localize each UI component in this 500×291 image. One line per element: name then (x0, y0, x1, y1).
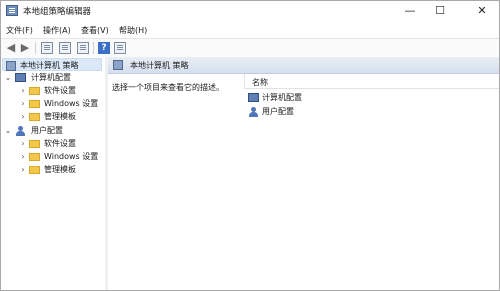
tree-node-computer-software[interactable]: › 软件设置 (1, 84, 105, 97)
help-icon[interactable]: ? (98, 42, 110, 54)
computer-icon (248, 93, 259, 102)
collapse-icon[interactable]: ⌄ (4, 124, 12, 137)
column-splitter[interactable] (244, 74, 245, 88)
toolbar-separator (93, 42, 94, 54)
tree-node-user-templates[interactable]: › 管理模板 (1, 163, 105, 176)
back-arrow-icon[interactable]: ◀ (5, 42, 17, 54)
tree-node-label: Windows 设置 (44, 152, 99, 161)
folder-icon (29, 140, 40, 148)
details-header-title: 本地计算机 策略 (130, 61, 189, 70)
toolbar: ◀ ▶ ? (1, 38, 499, 58)
tree-node-label: Windows 设置 (44, 99, 99, 108)
tree-node-root[interactable]: 本地计算机 策略 (2, 58, 102, 71)
close-button[interactable]: ✕ (467, 1, 497, 22)
tree-node-label: 用户配置 (31, 126, 63, 135)
folder-icon (29, 166, 40, 174)
tree-node-label: 管理模板 (44, 112, 76, 121)
column-header-label: 名称 (252, 78, 268, 87)
list-view-icon[interactable] (59, 42, 71, 54)
folder-icon (29, 100, 40, 108)
toolbar-separator (35, 42, 36, 54)
expand-icon[interactable]: › (19, 150, 27, 163)
navigation-tree: 本地计算机 策略 ⌄ 计算机配置 › 软件设置 › Windows 设置 › 管… (1, 57, 106, 290)
folder-icon (29, 87, 40, 95)
minimize-button[interactable]: — (395, 1, 425, 22)
list-item-computer-config[interactable]: 计算机配置 (248, 91, 368, 104)
maximize-button[interactable]: ☐ (425, 1, 455, 22)
computer-icon (15, 73, 26, 82)
tree-node-user-software[interactable]: › 软件设置 (1, 137, 105, 150)
details-pane: 本地计算机 策略 选择一个项目来查看它的描述。 名称 计算机配置 用户配置 (108, 57, 499, 290)
show-tree-icon[interactable] (41, 42, 53, 54)
expand-icon[interactable]: › (19, 137, 27, 150)
details-header: 本地计算机 策略 (108, 57, 499, 74)
menu-view[interactable]: 查看(V) (81, 25, 109, 36)
tree-node-label: 计算机配置 (31, 73, 71, 82)
list-item-label: 计算机配置 (262, 93, 302, 102)
forward-arrow-icon[interactable]: ▶ (19, 42, 31, 54)
expand-icon[interactable]: › (19, 84, 27, 97)
menu-bar: 文件(F) 操作(A) 查看(V) 帮助(H) (1, 22, 499, 38)
column-header-name[interactable]: 名称 (244, 74, 499, 89)
tree-node-label: 管理模板 (44, 165, 76, 174)
tree-node-user-windows[interactable]: › Windows 设置 (1, 150, 105, 163)
list-item-label: 用户配置 (262, 107, 294, 116)
window: 本地组策略编辑器 — ☐ ✕ 文件(F) 操作(A) 查看(V) 帮助(H) ◀… (0, 0, 500, 291)
collapse-icon[interactable]: ⌄ (4, 71, 12, 84)
properties-icon[interactable] (114, 42, 126, 54)
expand-icon[interactable]: › (19, 163, 27, 176)
description-text: 选择一个项目来查看它的描述。 (112, 83, 224, 92)
tree-node-computer-config[interactable]: ⌄ 计算机配置 (1, 71, 105, 84)
menu-file[interactable]: 文件(F) (6, 25, 33, 36)
folder-icon (29, 153, 40, 161)
tree-node-computer-templates[interactable]: › 管理模板 (1, 110, 105, 123)
expand-icon[interactable]: › (19, 110, 27, 123)
export-list-icon[interactable] (77, 42, 89, 54)
expand-icon[interactable]: › (19, 97, 27, 110)
tree-node-label: 软件设置 (44, 86, 76, 95)
menu-help[interactable]: 帮助(H) (119, 25, 147, 36)
app-icon (6, 5, 18, 16)
user-icon (15, 126, 26, 136)
list-item-user-config[interactable]: 用户配置 (248, 105, 368, 118)
tree-node-user-config[interactable]: ⌄ 用户配置 (1, 124, 105, 137)
window-title: 本地组策略编辑器 (23, 7, 92, 17)
menu-action[interactable]: 操作(A) (43, 25, 71, 36)
policy-icon (6, 61, 16, 71)
policy-icon (113, 60, 123, 70)
title-bar: 本地组策略编辑器 — ☐ ✕ (1, 1, 499, 22)
tree-node-computer-windows[interactable]: › Windows 设置 (1, 97, 105, 110)
folder-icon (29, 113, 40, 121)
user-icon (248, 107, 259, 117)
tree-node-label: 软件设置 (44, 139, 76, 148)
